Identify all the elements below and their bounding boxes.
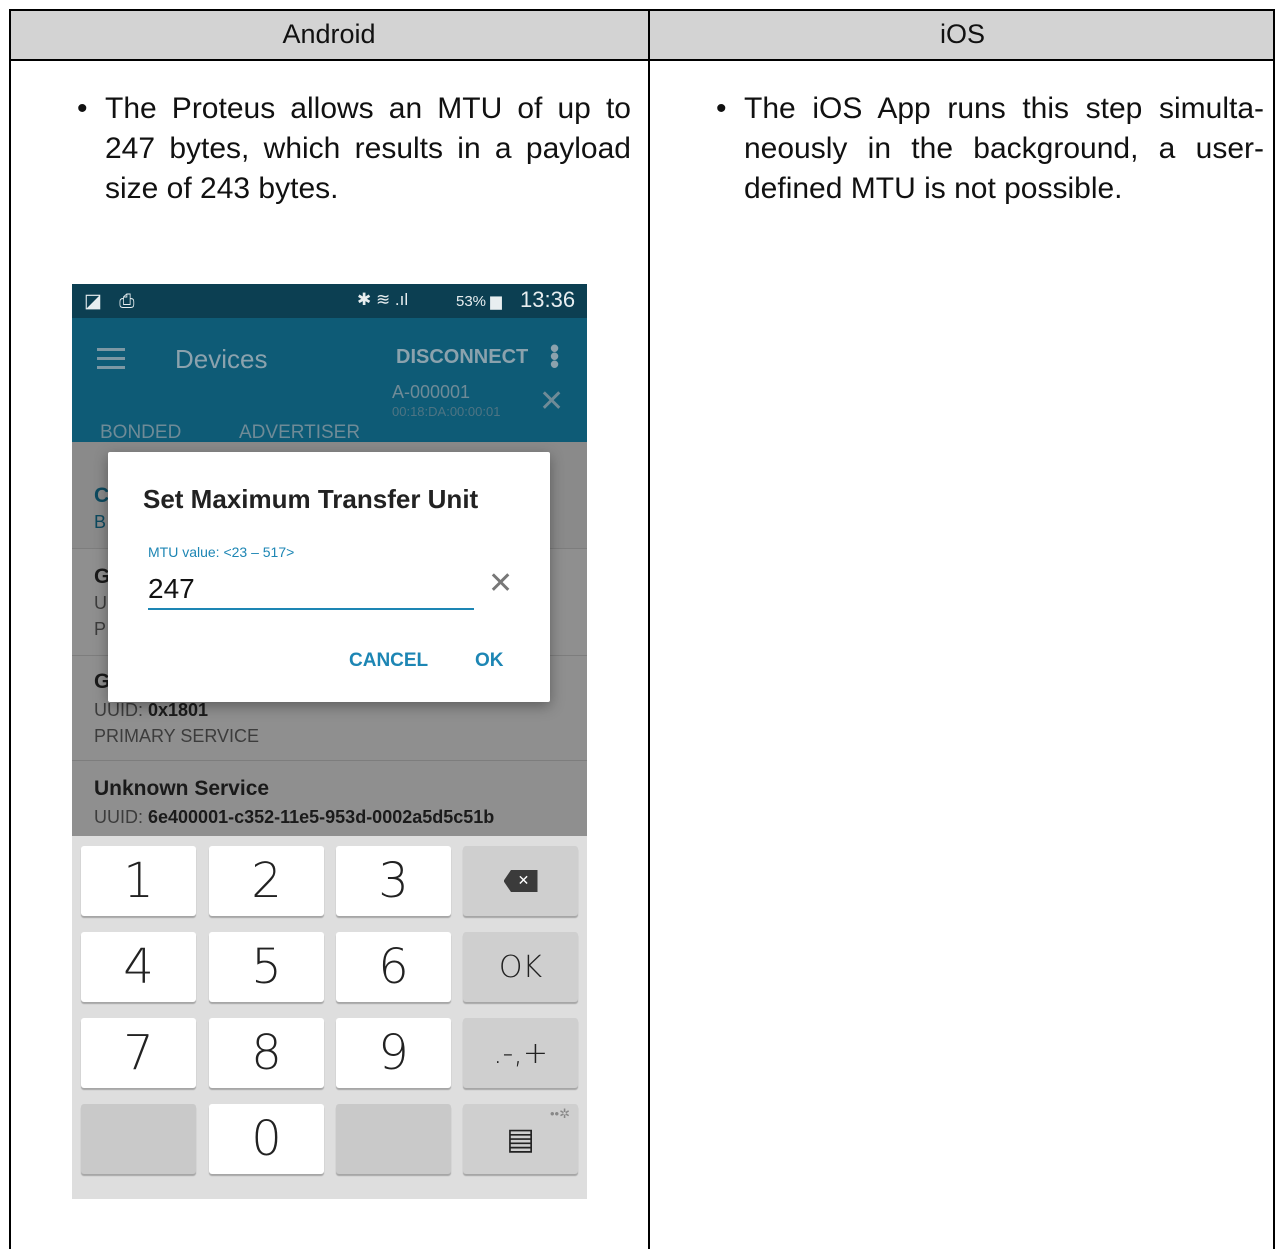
table-top-border: [9, 9, 1275, 11]
android-bullet: • The Proteus allows an MTU of up to 247…: [77, 89, 631, 209]
table-left-border: [9, 9, 11, 1249]
signal-icons: ✱ ≋ .ıl: [357, 290, 409, 309]
key-2[interactable]: 2: [209, 846, 324, 916]
notification-icons: ◪ ⎙: [84, 291, 141, 312]
clipboard-key[interactable]: ▤ ••✲: [463, 1104, 578, 1174]
android-screenshot: ◪ ⎙ ✱ ≋ .ıl 53% ▆ 13:36 Devices DISCONNE…: [72, 284, 587, 1199]
bullet-dot: •: [77, 92, 88, 125]
keyboard-ok-key[interactable]: OK: [463, 932, 578, 1002]
ios-description: The iOS App runs this step simulta-neous…: [744, 92, 1264, 205]
device-address: 00:18:DA:00:00:01: [392, 404, 501, 419]
android-description: The Proteus allows an MTU of up to 247 b…: [105, 92, 631, 205]
symbols-key[interactable]: .-,+: [463, 1018, 578, 1088]
key-8[interactable]: 8: [209, 1018, 324, 1088]
overflow-menu-icon[interactable]: • • •: [550, 335, 559, 377]
dialog-title: Set Maximum Transfer Unit: [143, 484, 479, 514]
backspace-icon: ✕: [503, 870, 538, 892]
battery-indicator: 53% ▆: [456, 293, 502, 310]
list-item-uuid: UUID: 6e400001-c352-11e5-953d-0002a5d5c5…: [94, 807, 495, 827]
header-ios: iOS: [939, 19, 985, 49]
list-item-title: Unknown Service: [94, 777, 270, 800]
key-7[interactable]: 7: [81, 1018, 196, 1088]
clipboard-icon: ▤: [506, 1121, 535, 1157]
key-9[interactable]: 9: [336, 1018, 451, 1088]
header-android: Android: [282, 19, 376, 49]
key-1[interactable]: 1: [81, 846, 196, 916]
list-item-title: C: [94, 484, 110, 507]
key-5[interactable]: 5: [209, 932, 324, 1002]
hamburger-menu-icon[interactable]: [97, 348, 125, 375]
bullet-dot: •: [716, 92, 727, 125]
clock: 13:36: [520, 287, 576, 312]
list-item-type: B: [94, 512, 107, 532]
list-item-type: P: [94, 619, 107, 639]
settings-icon: ••✲: [550, 1107, 570, 1122]
blank-key: [336, 1104, 451, 1174]
key-0[interactable]: 0: [209, 1104, 324, 1174]
ios-bullet: • The iOS App runs this step simulta-neo…: [716, 89, 1264, 209]
status-bar: ◪ ⎙ ✱ ≋ .ıl 53% ▆ 13:36: [72, 284, 587, 318]
tab-bonded[interactable]: BONDED: [100, 422, 181, 444]
list-item-uuid: UUID: 0x1801: [94, 700, 209, 720]
backspace-key[interactable]: ✕: [463, 846, 578, 916]
ok-button[interactable]: OK: [475, 650, 504, 672]
cancel-button[interactable]: CANCEL: [349, 650, 428, 672]
close-tab-icon[interactable]: ✕: [539, 384, 564, 419]
app-bar: Devices DISCONNECT • • • BONDED ADVERTISER: [72, 318, 587, 444]
blank-key: [81, 1104, 196, 1174]
table-header-border: [9, 59, 1275, 61]
list-item-type: PRIMARY SERVICE: [94, 726, 260, 746]
mtu-dialog: Set Maximum Transfer Unit MTU value: <23…: [108, 452, 550, 702]
list-item-uuid-label: U: [94, 593, 107, 613]
device-name: A-000001: [392, 382, 471, 402]
key-3[interactable]: 3: [336, 846, 451, 916]
clear-icon[interactable]: ✕: [488, 566, 513, 601]
disconnect-button[interactable]: DISCONNECT: [396, 346, 528, 369]
mtu-input[interactable]: [148, 570, 474, 610]
table-mid-border-lower: [648, 249, 650, 1249]
table-mid-border: [648, 9, 650, 249]
mtu-field-label: MTU value: <23 – 517>: [148, 544, 295, 560]
key-6[interactable]: 6: [336, 932, 451, 1002]
table-right-border: [1273, 9, 1275, 1249]
page-title: Devices: [175, 344, 268, 374]
tab-advertiser[interactable]: ADVERTISER: [239, 422, 360, 444]
numeric-keyboard: 1 2 3 ✕ 4 5 6 OK 7 8 9 .-,+ 0 ▤ ••✲: [72, 836, 587, 1199]
key-4[interactable]: 4: [81, 932, 196, 1002]
